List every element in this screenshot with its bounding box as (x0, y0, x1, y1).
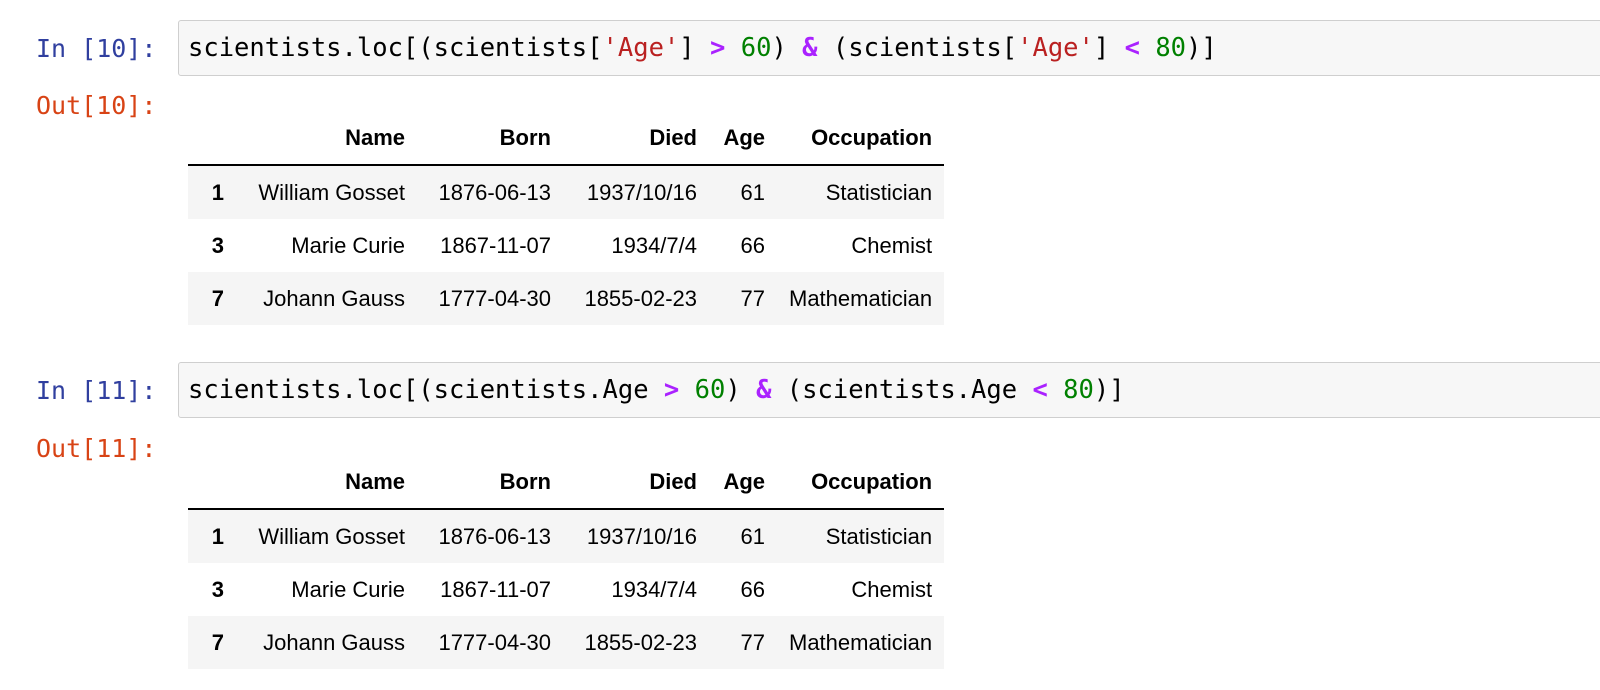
string-literal: 'Age' (602, 33, 680, 63)
code-token: ) (725, 375, 757, 405)
code-input-area[interactable]: scientists.loc[(scientists['Age'] > 60) … (178, 20, 1600, 76)
string-literal: 'Age' (1017, 33, 1094, 63)
code-line[interactable]: scientists.loc[(scientists['Age'] > 60) … (188, 32, 1217, 64)
output-prompt: Out[11]: (36, 434, 157, 463)
output-prompt: Out[10]: (36, 91, 157, 120)
input-prompt: In [10]: (36, 34, 157, 63)
number-literal: 80 (1155, 33, 1187, 63)
column-header-age: Age (709, 112, 777, 166)
cell-died: 1937/10/16 (586, 523, 697, 549)
cell-died: 1937/10/16 (586, 179, 697, 205)
cell-occupation: Mathematician (789, 285, 933, 311)
cell-age: 61 (740, 179, 765, 205)
column-header-name: Name (236, 456, 417, 510)
table-row: 7 Johann Gauss 1777-04-30 1855-02-23 77 … (188, 616, 945, 669)
row-index: 3 (211, 232, 224, 258)
operator: > (663, 375, 680, 405)
input-prompt: In [11]: (36, 376, 157, 405)
cell-born: 1876-06-13 (438, 523, 551, 549)
cell-age: 66 (740, 232, 765, 258)
code-line[interactable]: scientists.loc[(scientists.Age > 60) & (… (188, 374, 1125, 406)
code-token: (scientists.Age (771, 375, 1033, 405)
cell-born: 1876-06-13 (438, 179, 551, 205)
dataframe-table: Name Born Died Age Occupation 1 William … (188, 112, 945, 325)
cell-name: Marie Curie (291, 232, 405, 258)
cell-born: 1867-11-07 (440, 576, 551, 602)
column-header-died: Died (563, 456, 709, 510)
cell-name: Marie Curie (291, 576, 405, 602)
operator: & (756, 375, 772, 405)
cell-occupation: Mathematician (789, 629, 933, 655)
cell-name: William Gosset (258, 523, 405, 549)
cell-born: 1777-04-30 (438, 629, 551, 655)
row-index: 1 (211, 179, 224, 205)
table-header-row: Name Born Died Age Occupation (188, 112, 945, 166)
cell-age: 77 (740, 629, 765, 655)
table-row: 1 William Gosset 1876-06-13 1937/10/16 6… (188, 165, 945, 219)
row-index: 7 (211, 629, 224, 655)
table-row: 1 William Gosset 1876-06-13 1937/10/16 6… (188, 509, 945, 563)
operator: < (1124, 33, 1140, 63)
cell-name: Johann Gauss (263, 629, 405, 655)
column-header-occupation: Occupation (777, 456, 945, 510)
cell-occupation: Chemist (851, 232, 933, 258)
cell-age: 61 (740, 523, 765, 549)
operator: > (710, 33, 726, 63)
code-input-area[interactable]: scientists.loc[(scientists.Age > 60) & (… (178, 362, 1600, 418)
number-literal: 80 (1063, 375, 1094, 405)
code-token: scientists.loc[(scientists.Age (188, 375, 664, 405)
cell-born: 1867-11-07 (440, 232, 551, 258)
code-token: ] (679, 33, 710, 63)
table-header-row: Name Born Died Age Occupation (188, 456, 945, 510)
notebook-cell: In [11]: scientists.loc[(scientists.Age … (0, 345, 1600, 690)
code-token: )] (1093, 375, 1125, 405)
operator: & (802, 33, 818, 63)
index-header (188, 112, 236, 166)
column-header-occupation: Occupation (777, 112, 945, 166)
column-header-died: Died (563, 112, 709, 166)
table-row: 3 Marie Curie 1867-11-07 1934/7/4 66 Che… (188, 563, 945, 616)
column-header-name: Name (236, 112, 417, 166)
cell-occupation: Chemist (851, 576, 933, 602)
notebook-cell: In [10]: scientists.loc[(scientists['Age… (0, 0, 1600, 345)
cell-died: 1934/7/4 (611, 232, 697, 258)
cell-name: William Gosset (258, 179, 405, 205)
cell-occupation: Statistician (825, 523, 933, 549)
code-token: )] (1186, 33, 1217, 63)
code-token: ) (771, 33, 803, 63)
cell-died: 1934/7/4 (611, 576, 697, 602)
row-index: 1 (211, 523, 224, 549)
cell-died: 1855-02-23 (584, 285, 697, 311)
row-index: 3 (211, 576, 224, 602)
column-header-born: Born (417, 112, 563, 166)
cell-name: Johann Gauss (263, 285, 405, 311)
table-row: 3 Marie Curie 1867-11-07 1934/7/4 66 Che… (188, 219, 945, 272)
cell-age: 77 (740, 285, 765, 311)
column-header-age: Age (709, 456, 777, 510)
dataframe-table: Name Born Died Age Occupation 1 William … (188, 456, 945, 669)
column-header-born: Born (417, 456, 563, 510)
code-token: ] (1093, 33, 1125, 63)
table-row: 7 Johann Gauss 1777-04-30 1855-02-23 77 … (188, 272, 945, 325)
cell-occupation: Statistician (825, 179, 933, 205)
index-header (188, 456, 236, 510)
row-index: 7 (211, 285, 224, 311)
number-literal: 60 (740, 33, 772, 63)
cell-died: 1855-02-23 (584, 629, 697, 655)
operator: < (1032, 375, 1048, 405)
code-token: scientists.loc[(scientists[ (188, 33, 603, 63)
cell-born: 1777-04-30 (438, 285, 551, 311)
code-token: (scientists[ (817, 33, 1018, 63)
number-literal: 60 (694, 375, 726, 405)
cell-age: 66 (740, 576, 765, 602)
